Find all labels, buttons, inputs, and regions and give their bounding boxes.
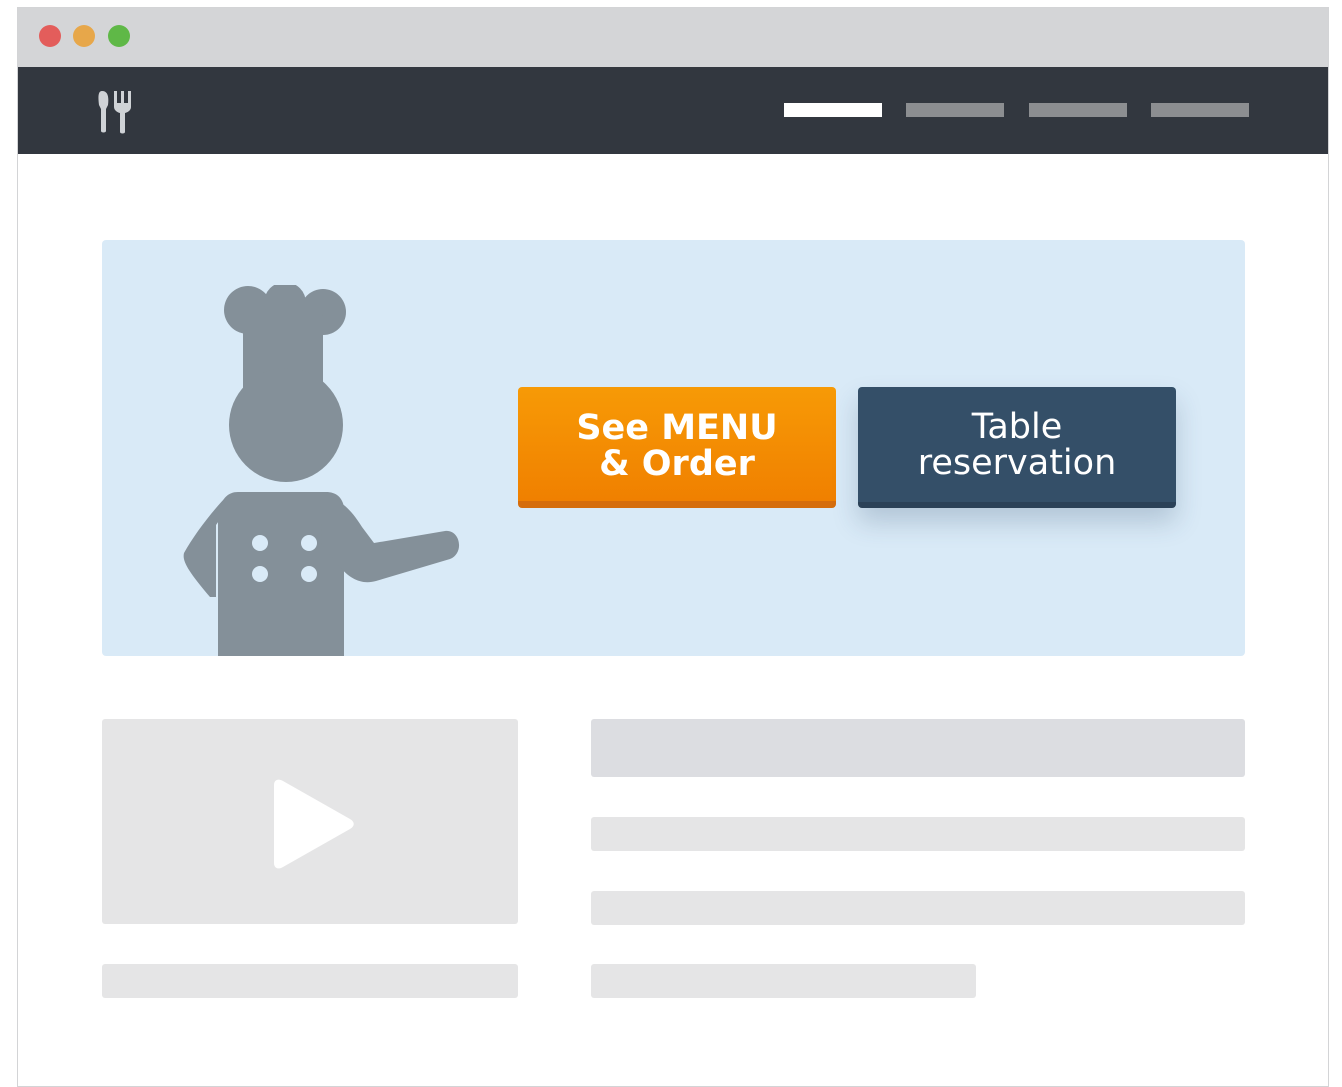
window-maximize-button[interactable]: [108, 25, 130, 47]
nav-link-2[interactable]: [906, 103, 1004, 117]
table-reservation-button[interactable]: Table reservation: [858, 387, 1176, 508]
nav-link-4[interactable]: [1151, 103, 1249, 117]
window-minimize-button[interactable]: [73, 25, 95, 47]
fork-knife-icon[interactable]: [98, 89, 138, 135]
hero-banner: See MENU & Order Table reservation: [102, 240, 1245, 656]
video-caption-placeholder: [102, 964, 518, 998]
table-reservation-label-line1: Table: [971, 406, 1063, 447]
content-text-line-placeholder: [591, 817, 1245, 851]
content-text-line-placeholder: [591, 964, 976, 998]
chef-icon: [183, 285, 460, 656]
see-menu-order-label-line1: See MENU: [576, 408, 778, 448]
table-reservation-label-line2: reservation: [917, 442, 1117, 483]
nav-link-3[interactable]: [1029, 103, 1127, 117]
browser-window: See MENU & Order Table reservation: [17, 7, 1329, 1087]
window-close-button[interactable]: [39, 25, 61, 47]
window-titlebar: [18, 8, 1328, 67]
nav-link-1[interactable]: [784, 103, 882, 117]
video-player[interactable]: [102, 719, 518, 924]
content-heading-placeholder: [591, 719, 1245, 777]
see-menu-order-label-line2: & Order: [599, 444, 755, 484]
content-text-line-placeholder: [591, 891, 1245, 925]
site-navbar: [18, 67, 1328, 154]
play-icon[interactable]: [270, 779, 356, 869]
see-menu-order-button[interactable]: See MENU & Order: [518, 387, 836, 508]
